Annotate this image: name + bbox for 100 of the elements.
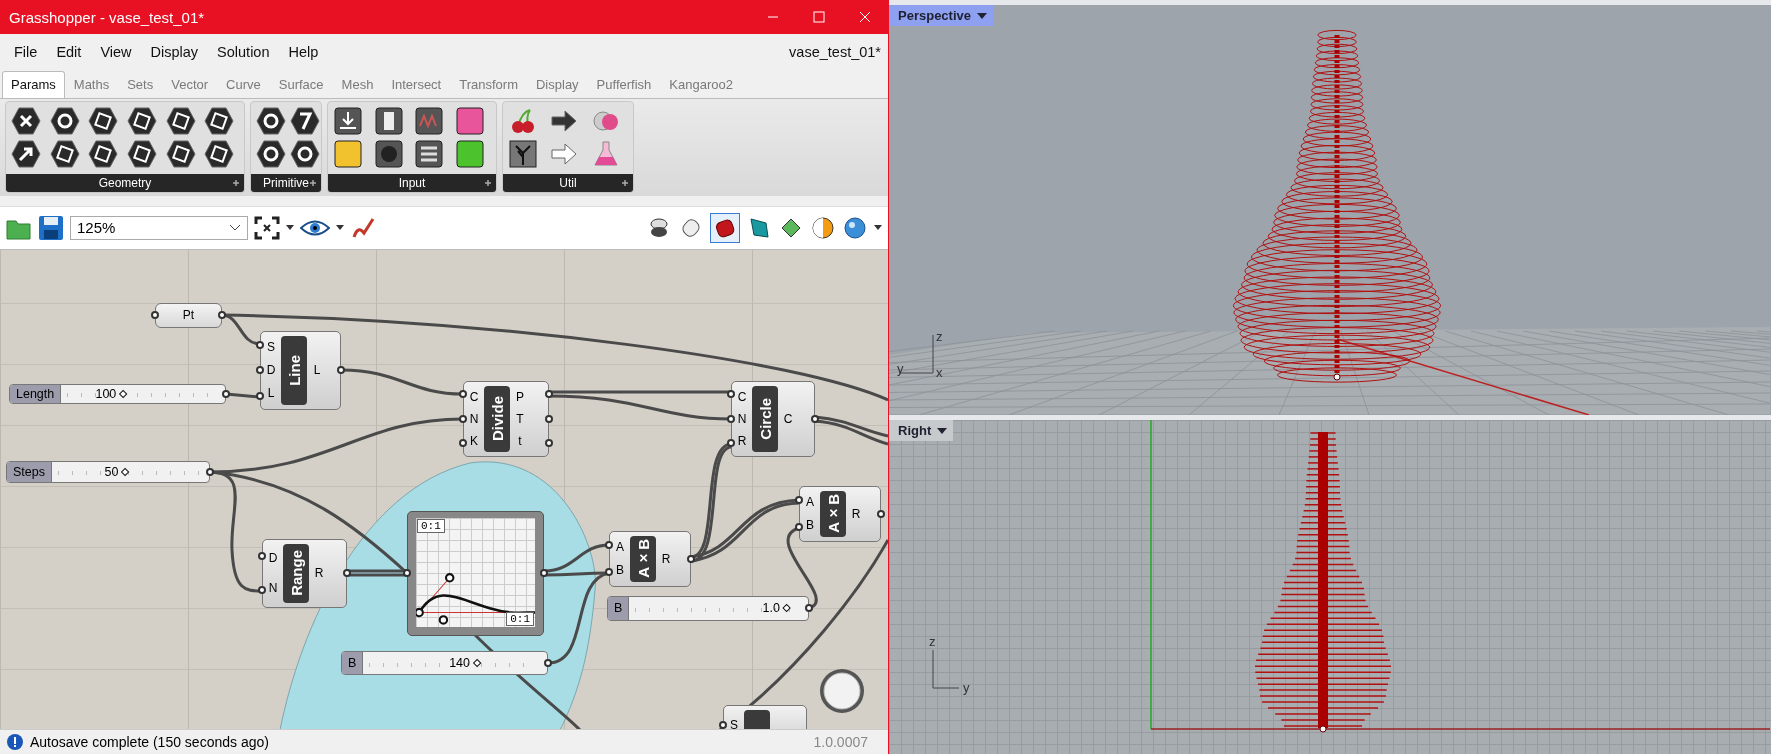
ribbon-tab[interactable]: Curve — [217, 71, 270, 98]
expand-icon[interactable] — [484, 178, 492, 187]
tree-icon[interactable] — [508, 139, 538, 170]
output-port[interactable] — [222, 389, 230, 398]
caret-icon[interactable] — [286, 224, 294, 231]
square-tile-icon[interactable] — [414, 106, 444, 137]
hexagon-icon[interactable] — [49, 106, 80, 137]
input-port[interactable] — [256, 366, 264, 375]
hexagon-icon[interactable] — [127, 139, 157, 170]
hexagon-icon[interactable] — [165, 139, 196, 170]
hexagon-icon[interactable] — [127, 106, 157, 137]
square-tile-icon[interactable] — [373, 139, 404, 170]
menu-item[interactable]: Solution — [209, 43, 278, 60]
input-port[interactable] — [727, 390, 735, 399]
input-port[interactable] — [256, 340, 264, 349]
ribbon-tab[interactable]: Params — [2, 70, 65, 98]
input-port[interactable] — [258, 585, 266, 594]
ribbon-tab[interactable]: Sets — [118, 71, 163, 98]
component-name: A×B — [634, 539, 652, 579]
hexagon-icon[interactable] — [204, 139, 235, 170]
axis-icon — [932, 649, 960, 689]
square-tile-icon[interactable] — [333, 106, 363, 137]
input-port[interactable] — [256, 391, 264, 400]
output-port[interactable] — [544, 658, 552, 667]
expand-icon[interactable] — [621, 178, 629, 187]
output-port[interactable] — [687, 554, 695, 563]
ribbon-tab[interactable]: Maths — [64, 71, 119, 98]
eye-icon[interactable] — [300, 217, 330, 238]
zoom-dropdown[interactable]: 125% — [70, 215, 248, 240]
square-tile-icon[interactable] — [333, 139, 363, 170]
menu-item[interactable]: Help — [280, 43, 327, 60]
caret-icon[interactable] — [336, 224, 344, 231]
ribbon-tab[interactable]: Display — [527, 71, 588, 98]
input-port[interactable] — [403, 569, 411, 578]
perspective-viewport[interactable]: Perspective z y x — [889, 5, 1771, 415]
slider-thumb[interactable] — [119, 389, 128, 398]
square-tile-icon[interactable] — [373, 106, 404, 137]
hexagon-icon[interactable] — [11, 139, 41, 170]
input-port[interactable] — [151, 311, 159, 320]
expand-icon[interactable] — [309, 178, 317, 187]
hexagon-icon[interactable] — [11, 106, 41, 137]
group-label: Primitive — [263, 175, 309, 190]
hexagon-icon[interactable] — [88, 106, 119, 137]
hexagon-icon[interactable] — [256, 139, 286, 170]
input-port[interactable] — [459, 439, 467, 448]
input-port[interactable] — [258, 552, 266, 561]
viewport-label[interactable]: Perspective — [889, 5, 993, 26]
square-tile-icon[interactable] — [414, 139, 444, 170]
menu-item[interactable]: Edit — [48, 43, 90, 60]
zoom-extents-icon[interactable] — [254, 215, 280, 240]
parameter-name: Pt — [182, 308, 195, 323]
save-icon[interactable] — [38, 214, 64, 241]
ribbon-tab[interactable]: Surface — [269, 71, 333, 98]
input-port[interactable] — [605, 541, 613, 550]
input-label: N — [737, 411, 747, 426]
viewport-label[interactable]: Right — [889, 420, 954, 441]
material-ball-icon[interactable] — [810, 214, 836, 241]
ribbon-tab[interactable]: Transform — [450, 71, 527, 98]
hexagon-icon[interactable] — [49, 139, 80, 170]
ribbon-tab[interactable]: Vector — [162, 71, 218, 98]
ribbon-tab[interactable]: Kangaroo2 — [660, 71, 742, 98]
caret-icon[interactable] — [874, 224, 882, 231]
output-port[interactable] — [805, 604, 813, 613]
ribbon-tab[interactable]: Pufferfish — [587, 71, 661, 98]
output-port[interactable] — [218, 311, 226, 320]
hexagon-icon[interactable] — [165, 106, 196, 137]
square-tile-icon[interactable] — [454, 106, 485, 137]
input-port[interactable] — [795, 496, 803, 505]
menu-item[interactable]: File — [6, 43, 46, 60]
right-viewport[interactable]: Right z y — [889, 420, 1771, 754]
input-port[interactable] — [727, 439, 735, 448]
menu-item[interactable]: Display — [142, 43, 207, 60]
input-port[interactable] — [459, 390, 467, 399]
input-label: S — [267, 340, 275, 355]
menu-item[interactable]: View — [92, 43, 140, 60]
output-port[interactable] — [877, 509, 885, 518]
output-port[interactable] — [343, 569, 351, 578]
output-port[interactable] — [811, 414, 819, 423]
output-port[interactable] — [545, 414, 553, 423]
input-port[interactable] — [605, 568, 613, 577]
sphere-icon[interactable] — [842, 214, 868, 241]
hexagon-icon[interactable] — [290, 139, 320, 170]
output-port[interactable] — [545, 439, 553, 448]
hexagon-icon[interactable] — [204, 106, 235, 137]
selected-toolbar-button[interactable] — [710, 212, 740, 243]
ribbon-tab[interactable]: Mesh — [332, 71, 383, 98]
ribbon-tab[interactable]: Intersect — [382, 71, 451, 98]
input-port[interactable] — [459, 414, 467, 423]
output-port[interactable] — [206, 467, 214, 476]
hexagon-icon[interactable] — [256, 106, 286, 137]
hexagon-icon[interactable] — [290, 106, 320, 137]
output-port[interactable] — [337, 366, 345, 375]
input-port[interactable] — [795, 523, 803, 532]
component-name: Divide — [488, 396, 506, 442]
output-port[interactable] — [545, 390, 553, 399]
expand-icon[interactable] — [232, 178, 240, 187]
hexagon-icon[interactable] — [88, 139, 119, 170]
input-port[interactable] — [727, 414, 735, 423]
square-tile-icon[interactable] — [454, 139, 485, 170]
output-port[interactable] — [540, 569, 548, 578]
